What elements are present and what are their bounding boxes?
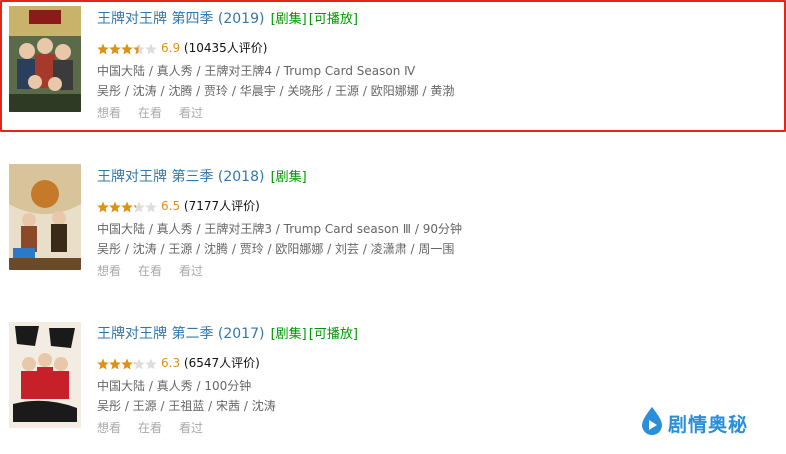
star-filled (97, 358, 109, 369)
star-empty (145, 358, 157, 369)
star-filled (97, 43, 109, 54)
result-title-link[interactable]: 王牌对王牌 第二季 (2017) (97, 326, 264, 342)
watched-button[interactable]: 看过 (179, 421, 203, 435)
watching-button[interactable]: 在看 (138, 106, 162, 120)
star-empty (145, 43, 157, 54)
search-result: 王牌对王牌 第四季 (2019) [剧集] [可播放] 6.9 (10435人评价… (0, 0, 786, 132)
rating-votes: (6547人评价) (183, 356, 260, 370)
star-filled (109, 43, 121, 54)
meta-line: 中国大陆 / 真人秀 / 王牌对王牌4 / Trump Card Season … (97, 64, 416, 78)
watched-button[interactable]: 看过 (179, 264, 203, 278)
rating-score: 6.9 (161, 41, 181, 55)
rating-votes: (7177人评价) (183, 199, 260, 213)
star-filled (97, 201, 109, 212)
star-filled (121, 358, 133, 369)
poster-image[interactable] (9, 322, 81, 428)
tag-playable[interactable]: [可播放] (309, 327, 358, 342)
poster-image[interactable] (9, 6, 81, 112)
rating-score: 6.5 (161, 199, 181, 213)
tag-series[interactable]: [剧集] (271, 327, 307, 342)
rating-votes: (10435人评价) (183, 41, 268, 55)
search-result: 王牌对王牌 第三季 (2018) [剧集] 6.5 (7177人评价) 中国大陆… (0, 160, 786, 292)
star-filled (109, 358, 121, 369)
play-drop-icon (640, 406, 664, 440)
tag-playable[interactable]: [可播放] (309, 12, 358, 27)
star-filled (109, 201, 121, 212)
star-empty (145, 201, 157, 212)
want-to-watch-button[interactable]: 想看 (97, 264, 121, 278)
poster-image[interactable] (9, 164, 81, 270)
tag-series[interactable]: [剧集] (271, 12, 307, 27)
rating-score: 6.3 (161, 356, 181, 370)
watched-button[interactable]: 看过 (179, 106, 203, 120)
rating-stars (97, 43, 157, 55)
star-filled (121, 43, 133, 54)
tag-series[interactable]: [剧集] (271, 170, 307, 185)
watermark-text: 剧情奥秘 (668, 413, 749, 436)
star-empty (133, 358, 145, 369)
watching-button[interactable]: 在看 (138, 264, 162, 278)
star-filled (121, 201, 133, 212)
meta-line: 中国大陆 / 真人秀 / 王牌对王牌3 / Trump Card season … (97, 222, 462, 236)
want-to-watch-button[interactable]: 想看 (97, 421, 121, 435)
result-title-link[interactable]: 王牌对王牌 第三季 (2018) (97, 169, 264, 185)
watermark: 剧情奥秘 (640, 406, 748, 440)
cast-line: 吴彤 / 沈涛 / 沈腾 / 贾玲 / 华晨宇 / 关晓彤 / 王源 / 欧阳娜… (97, 84, 455, 98)
watching-button[interactable]: 在看 (138, 421, 162, 435)
meta-line: 中国大陆 / 真人秀 / 100分钟 (97, 379, 252, 393)
rating-stars (97, 358, 157, 370)
result-title-link[interactable]: 王牌对王牌 第四季 (2019) (97, 11, 264, 27)
cast-line: 吴彤 / 沈涛 / 王源 / 沈腾 / 贾玲 / 欧阳娜娜 / 刘芸 / 凌潇肃… (97, 242, 455, 256)
want-to-watch-button[interactable]: 想看 (97, 106, 121, 120)
rating-stars (97, 201, 157, 213)
